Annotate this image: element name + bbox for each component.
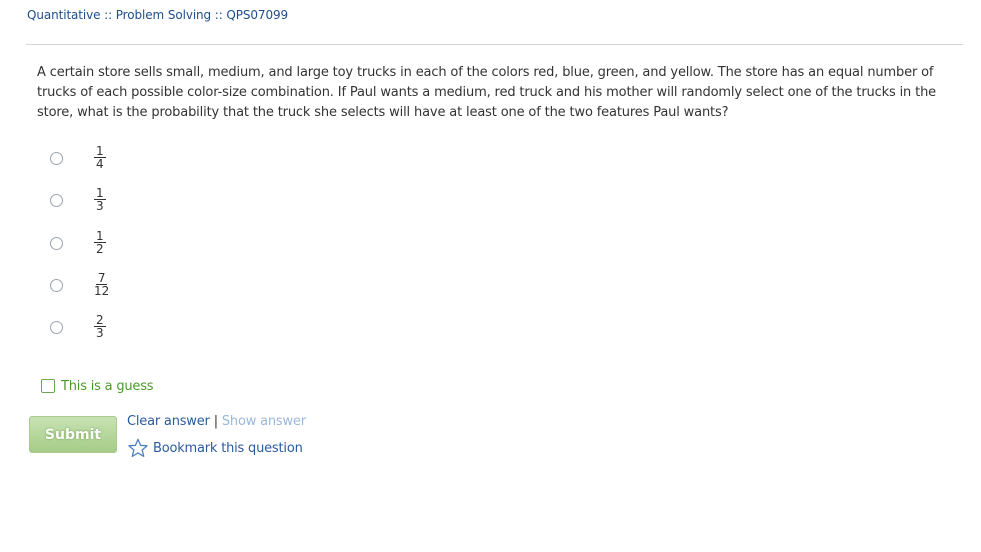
bookmark-link[interactable]: Bookmark this question <box>127 438 303 458</box>
question-page: Quantitative :: Problem Solving :: QPS07… <box>0 0 981 552</box>
header-divider <box>26 44 963 45</box>
choice-fraction: 2 3 <box>94 314 106 340</box>
radio-circle-icon[interactable] <box>50 194 63 207</box>
answer-choice-b[interactable]: 1 3 <box>48 187 168 218</box>
bookmark-label[interactable]: Bookmark this question <box>153 441 303 456</box>
choice-fraction: 1 2 <box>94 230 106 256</box>
fraction-denominator: 3 <box>96 326 104 340</box>
star-outline-icon[interactable] <box>127 438 149 458</box>
answer-choice-a[interactable]: 1 4 <box>48 145 168 176</box>
clear-answer-link[interactable]: Clear answer <box>127 414 210 429</box>
choice-fraction: 1 4 <box>94 145 106 171</box>
guess-checkbox-row[interactable]: This is a guess <box>41 377 154 395</box>
fraction-denominator: 2 <box>96 242 104 256</box>
radio-circle-icon[interactable] <box>50 152 63 165</box>
radio-circle-icon[interactable] <box>50 321 63 334</box>
choice-fraction: 1 3 <box>94 187 106 213</box>
fraction-denominator: 12 <box>94 284 110 298</box>
submit-button[interactable]: Submit <box>29 416 117 453</box>
choice-fraction: 7 12 <box>94 272 110 298</box>
question-text: A certain store sells small, medium, and… <box>37 65 937 120</box>
guess-label[interactable]: This is a guess <box>61 379 154 394</box>
fraction-denominator: 3 <box>96 199 104 213</box>
radio-circle-icon[interactable] <box>50 279 63 292</box>
breadcrumb: Quantitative :: Problem Solving :: QPS07… <box>27 8 289 22</box>
checkbox-icon[interactable] <box>41 379 55 393</box>
radio-circle-icon[interactable] <box>50 237 63 250</box>
answer-choice-e[interactable]: 2 3 <box>48 314 168 345</box>
answer-choice-c[interactable]: 1 2 <box>48 230 168 261</box>
answer-choice-d[interactable]: 7 12 <box>48 272 168 303</box>
show-answer-link[interactable]: Show answer <box>222 414 306 429</box>
fraction-denominator: 4 <box>96 157 104 171</box>
link-separator: | <box>213 414 218 429</box>
answer-links: Clear answer | Show answer <box>127 414 306 429</box>
